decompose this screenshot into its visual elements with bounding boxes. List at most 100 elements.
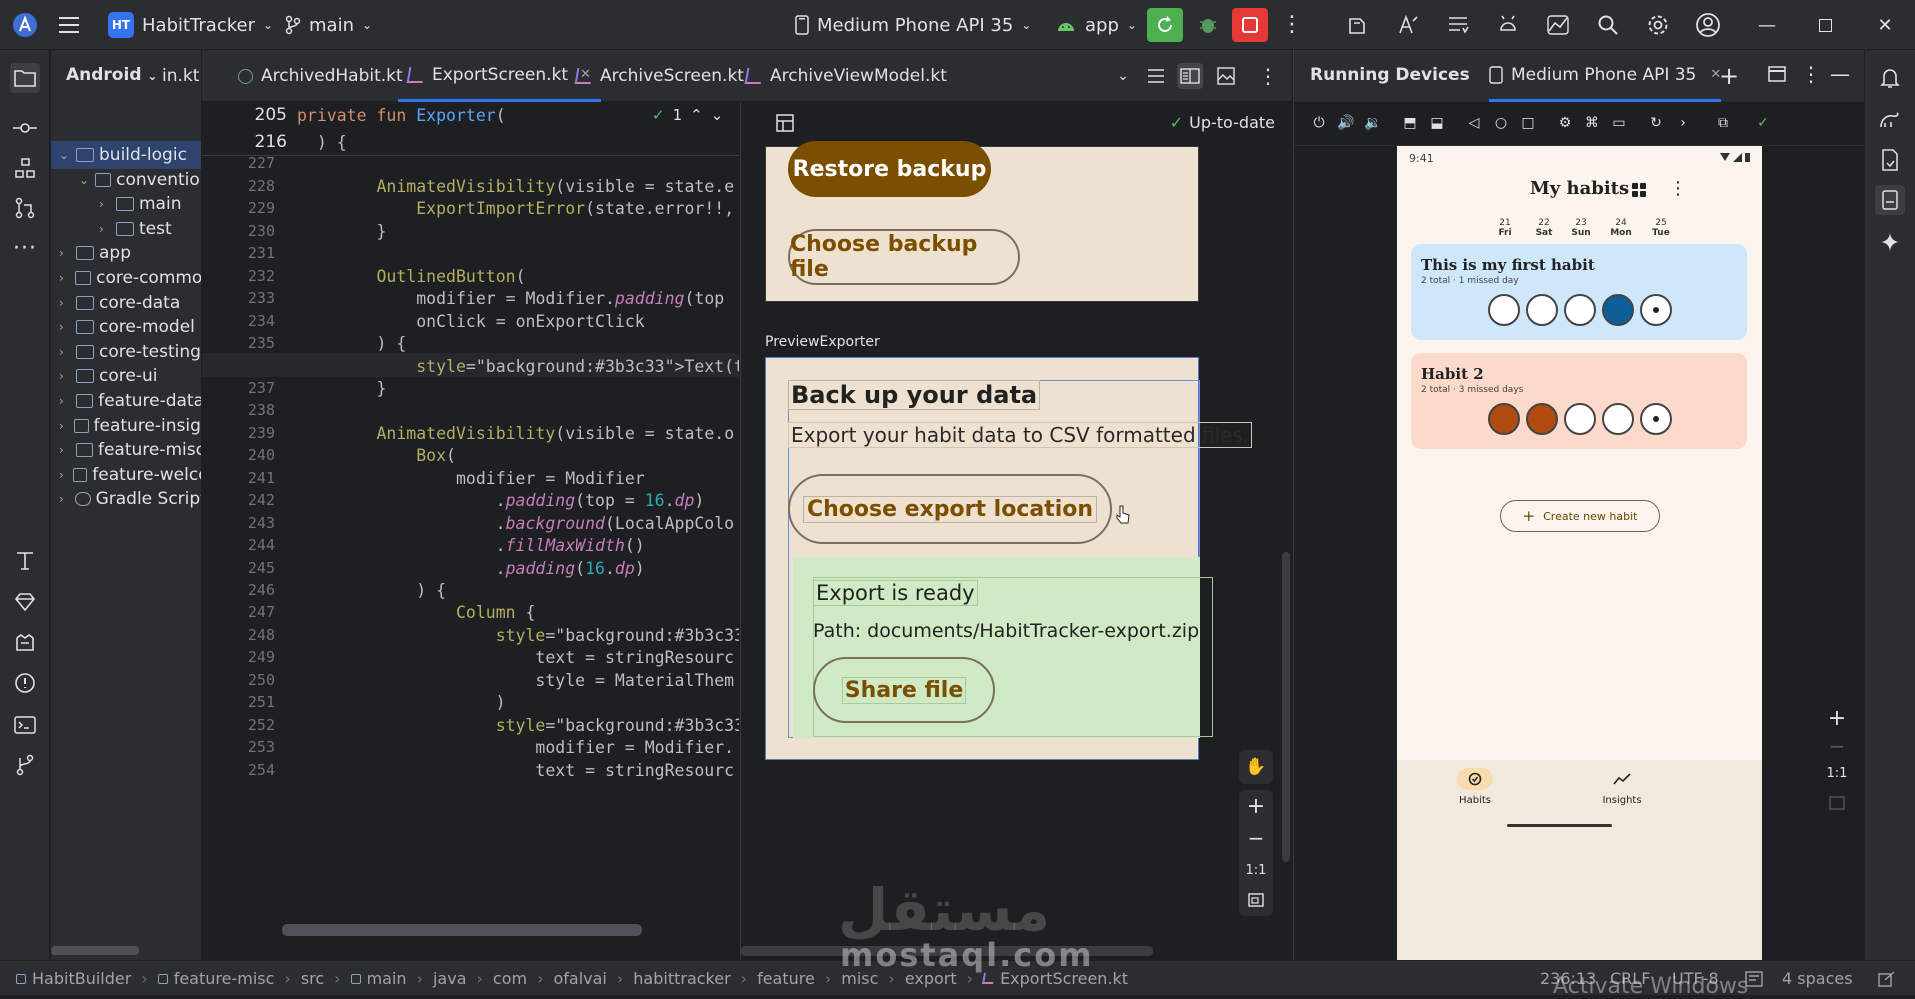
habit-day-toggle[interactable]: [1526, 294, 1558, 326]
preview-v-scrollbar[interactable]: [1282, 552, 1290, 862]
more-options-icon[interactable]: ⋮: [1801, 62, 1821, 86]
volume-up-icon[interactable]: 🔊: [1335, 112, 1357, 134]
breadcrumb-item[interactable]: ofalvai: [553, 969, 606, 988]
indent-setting[interactable]: 4 spaces: [1782, 961, 1853, 996]
tab-in-kt[interactable]: in.kt: [162, 50, 199, 102]
device-file-icon[interactable]: [1875, 145, 1905, 175]
chevron-right-icon[interactable]: ›: [1672, 112, 1694, 134]
habit-day-toggle[interactable]: [1488, 403, 1520, 435]
pan-tool-button[interactable]: ✋: [1239, 750, 1273, 784]
share-file-button[interactable]: Share file: [813, 657, 995, 723]
pull-requests-icon[interactable]: [10, 193, 40, 223]
zoom-fit-button[interactable]: [1239, 886, 1273, 914]
breadcrumb-item[interactable]: src: [301, 969, 324, 988]
project-scrollbar[interactable]: [51, 946, 139, 955]
volume-down-icon[interactable]: 🔉: [1362, 112, 1384, 134]
stop-button[interactable]: [1232, 8, 1268, 42]
more-actions-icon[interactable]: ⋮: [1279, 12, 1305, 38]
assistant-icon[interactable]: [1395, 12, 1421, 38]
tab-archiveviewmodel-kt[interactable]: ArchiveViewModel.kt: [744, 50, 947, 102]
zoom-in-button[interactable]: +: [1820, 706, 1854, 734]
split-view-icon[interactable]: [1177, 63, 1203, 89]
project-selector[interactable]: HT HabitTracker ⌄: [108, 0, 273, 50]
choose-backup-file-button[interactable]: Choose backup file: [788, 229, 1020, 285]
code-editor[interactable]: 205 216 private fun Exporter( ) { ✓ 1 ⌃ …: [202, 102, 739, 960]
screenshot-icon[interactable]: ⌘: [1581, 112, 1603, 134]
tab-archivedhabit-kt[interactable]: ArchivedHabit.kt: [238, 50, 403, 102]
breadcrumb-item[interactable]: feature-misc: [174, 969, 275, 988]
build-icon[interactable]: [1345, 12, 1371, 38]
more-tools-icon[interactable]: ···: [10, 233, 40, 263]
tabs-dropdown-icon[interactable]: ⌄: [1110, 63, 1136, 89]
terminal-icon[interactable]: [10, 710, 40, 740]
habit-day-toggle[interactable]: [1602, 294, 1634, 326]
power-icon[interactable]: ⏻: [1308, 112, 1330, 134]
zoom-out-button[interactable]: −: [1239, 824, 1273, 852]
check-icon[interactable]: ✓: [1752, 112, 1774, 134]
habit-card[interactable]: Habit 2 2 total · 3 missed days: [1411, 353, 1747, 449]
habit-card[interactable]: This is my first habit 2 total · 1 missed…: [1411, 244, 1747, 340]
close-window-button[interactable]: ✕: [1856, 0, 1914, 50]
zoom-in-button[interactable]: +: [1239, 792, 1273, 820]
nav-item-insights[interactable]: Insights: [1592, 768, 1652, 806]
editor-h-scrollbar[interactable]: [282, 924, 642, 936]
habit-day-toggle[interactable]: [1488, 294, 1520, 326]
tasks-icon[interactable]: [1445, 12, 1471, 38]
app-inspection-icon[interactable]: [10, 628, 40, 658]
account-icon[interactable]: [1695, 12, 1721, 38]
device-selector[interactable]: Medium Phone API 35 ⌄: [795, 0, 1031, 50]
grid-view-icon[interactable]: [1631, 182, 1647, 198]
breadcrumb-item[interactable]: HabitBuilder: [32, 969, 131, 988]
main-menu-icon[interactable]: [58, 0, 80, 50]
project-tool-icon[interactable]: [10, 63, 40, 93]
zoom-out-button[interactable]: −: [1820, 734, 1854, 762]
device-manager-icon[interactable]: [1545, 12, 1571, 38]
chevron-down-icon[interactable]: ⌄: [711, 106, 724, 124]
rotate-left-icon[interactable]: ⬒: [1399, 112, 1421, 134]
maximize-button[interactable]: [1796, 0, 1854, 50]
habit-day-toggle[interactable]: [1526, 403, 1558, 435]
breadcrumb-item[interactable]: habittracker: [633, 969, 730, 988]
structure-tool-icon[interactable]: [10, 153, 40, 183]
sdk-icon[interactable]: [1495, 12, 1521, 38]
debug-icon[interactable]: [1195, 12, 1221, 38]
add-device-icon[interactable]: +: [1719, 62, 1739, 90]
back-icon[interactable]: ◁: [1463, 112, 1485, 134]
design-view-icon[interactable]: [1213, 63, 1239, 89]
settings-icon[interactable]: [1645, 12, 1671, 38]
version-control-icon[interactable]: [10, 750, 40, 780]
project-view-selector[interactable]: Android ⌄: [66, 65, 157, 85]
device-settings-icon[interactable]: ⚙: [1554, 112, 1576, 134]
problems-icon[interactable]: [10, 668, 40, 698]
breadcrumb-item[interactable]: com: [493, 969, 527, 988]
overview-icon[interactable]: □: [1517, 112, 1539, 134]
layout-icon[interactable]: [1768, 66, 1786, 82]
minimize-button[interactable]: —: [1738, 0, 1796, 50]
tab-exportscreen-kt[interactable]: ExportScreen.kt ✕: [398, 50, 601, 102]
create-habit-button[interactable]: + Create new habit: [1500, 500, 1660, 532]
running-devices-tool-icon[interactable]: [1875, 185, 1905, 215]
fit-screen-icon[interactable]: [1829, 796, 1845, 810]
inspection-widget[interactable]: ✓ 1 ⌃ ⌄: [652, 106, 723, 124]
choose-export-location-button[interactable]: Choose export location: [788, 474, 1112, 544]
preview-layout-icon[interactable]: [775, 113, 795, 133]
chevron-up-icon[interactable]: ⌃: [690, 106, 703, 124]
rotate-right-icon[interactable]: ⬓: [1426, 112, 1448, 134]
vcs-status-icon[interactable]: [1878, 961, 1896, 996]
breadcrumb-item[interactable]: feature: [757, 969, 815, 988]
tab-archivescreen-kt[interactable]: ArchiveScreen.kt: [574, 50, 744, 102]
habit-day-toggle[interactable]: [1602, 403, 1634, 435]
habit-day-toggle[interactable]: [1640, 294, 1672, 326]
gem-icon[interactable]: [10, 587, 40, 617]
reset-icon[interactable]: ↻: [1645, 112, 1667, 134]
hide-panel-icon[interactable]: —: [1830, 62, 1850, 86]
breadcrumb-item[interactable]: java: [433, 969, 467, 988]
zoom-reset-button[interactable]: 1:1: [1820, 766, 1854, 794]
gesture-bar[interactable]: [1507, 824, 1612, 827]
search-icon[interactable]: [1595, 12, 1621, 38]
code-area[interactable]: ) AnimatedVisibility(visible = state.e E…: [297, 128, 739, 986]
mirror-icon[interactable]: ⧉: [1712, 112, 1734, 134]
code-view-icon[interactable]: [1143, 63, 1169, 89]
editor-options-icon[interactable]: ⋮: [1255, 63, 1281, 89]
preview-card-restore[interactable]: Restore backup Choose backup file: [765, 141, 1199, 302]
